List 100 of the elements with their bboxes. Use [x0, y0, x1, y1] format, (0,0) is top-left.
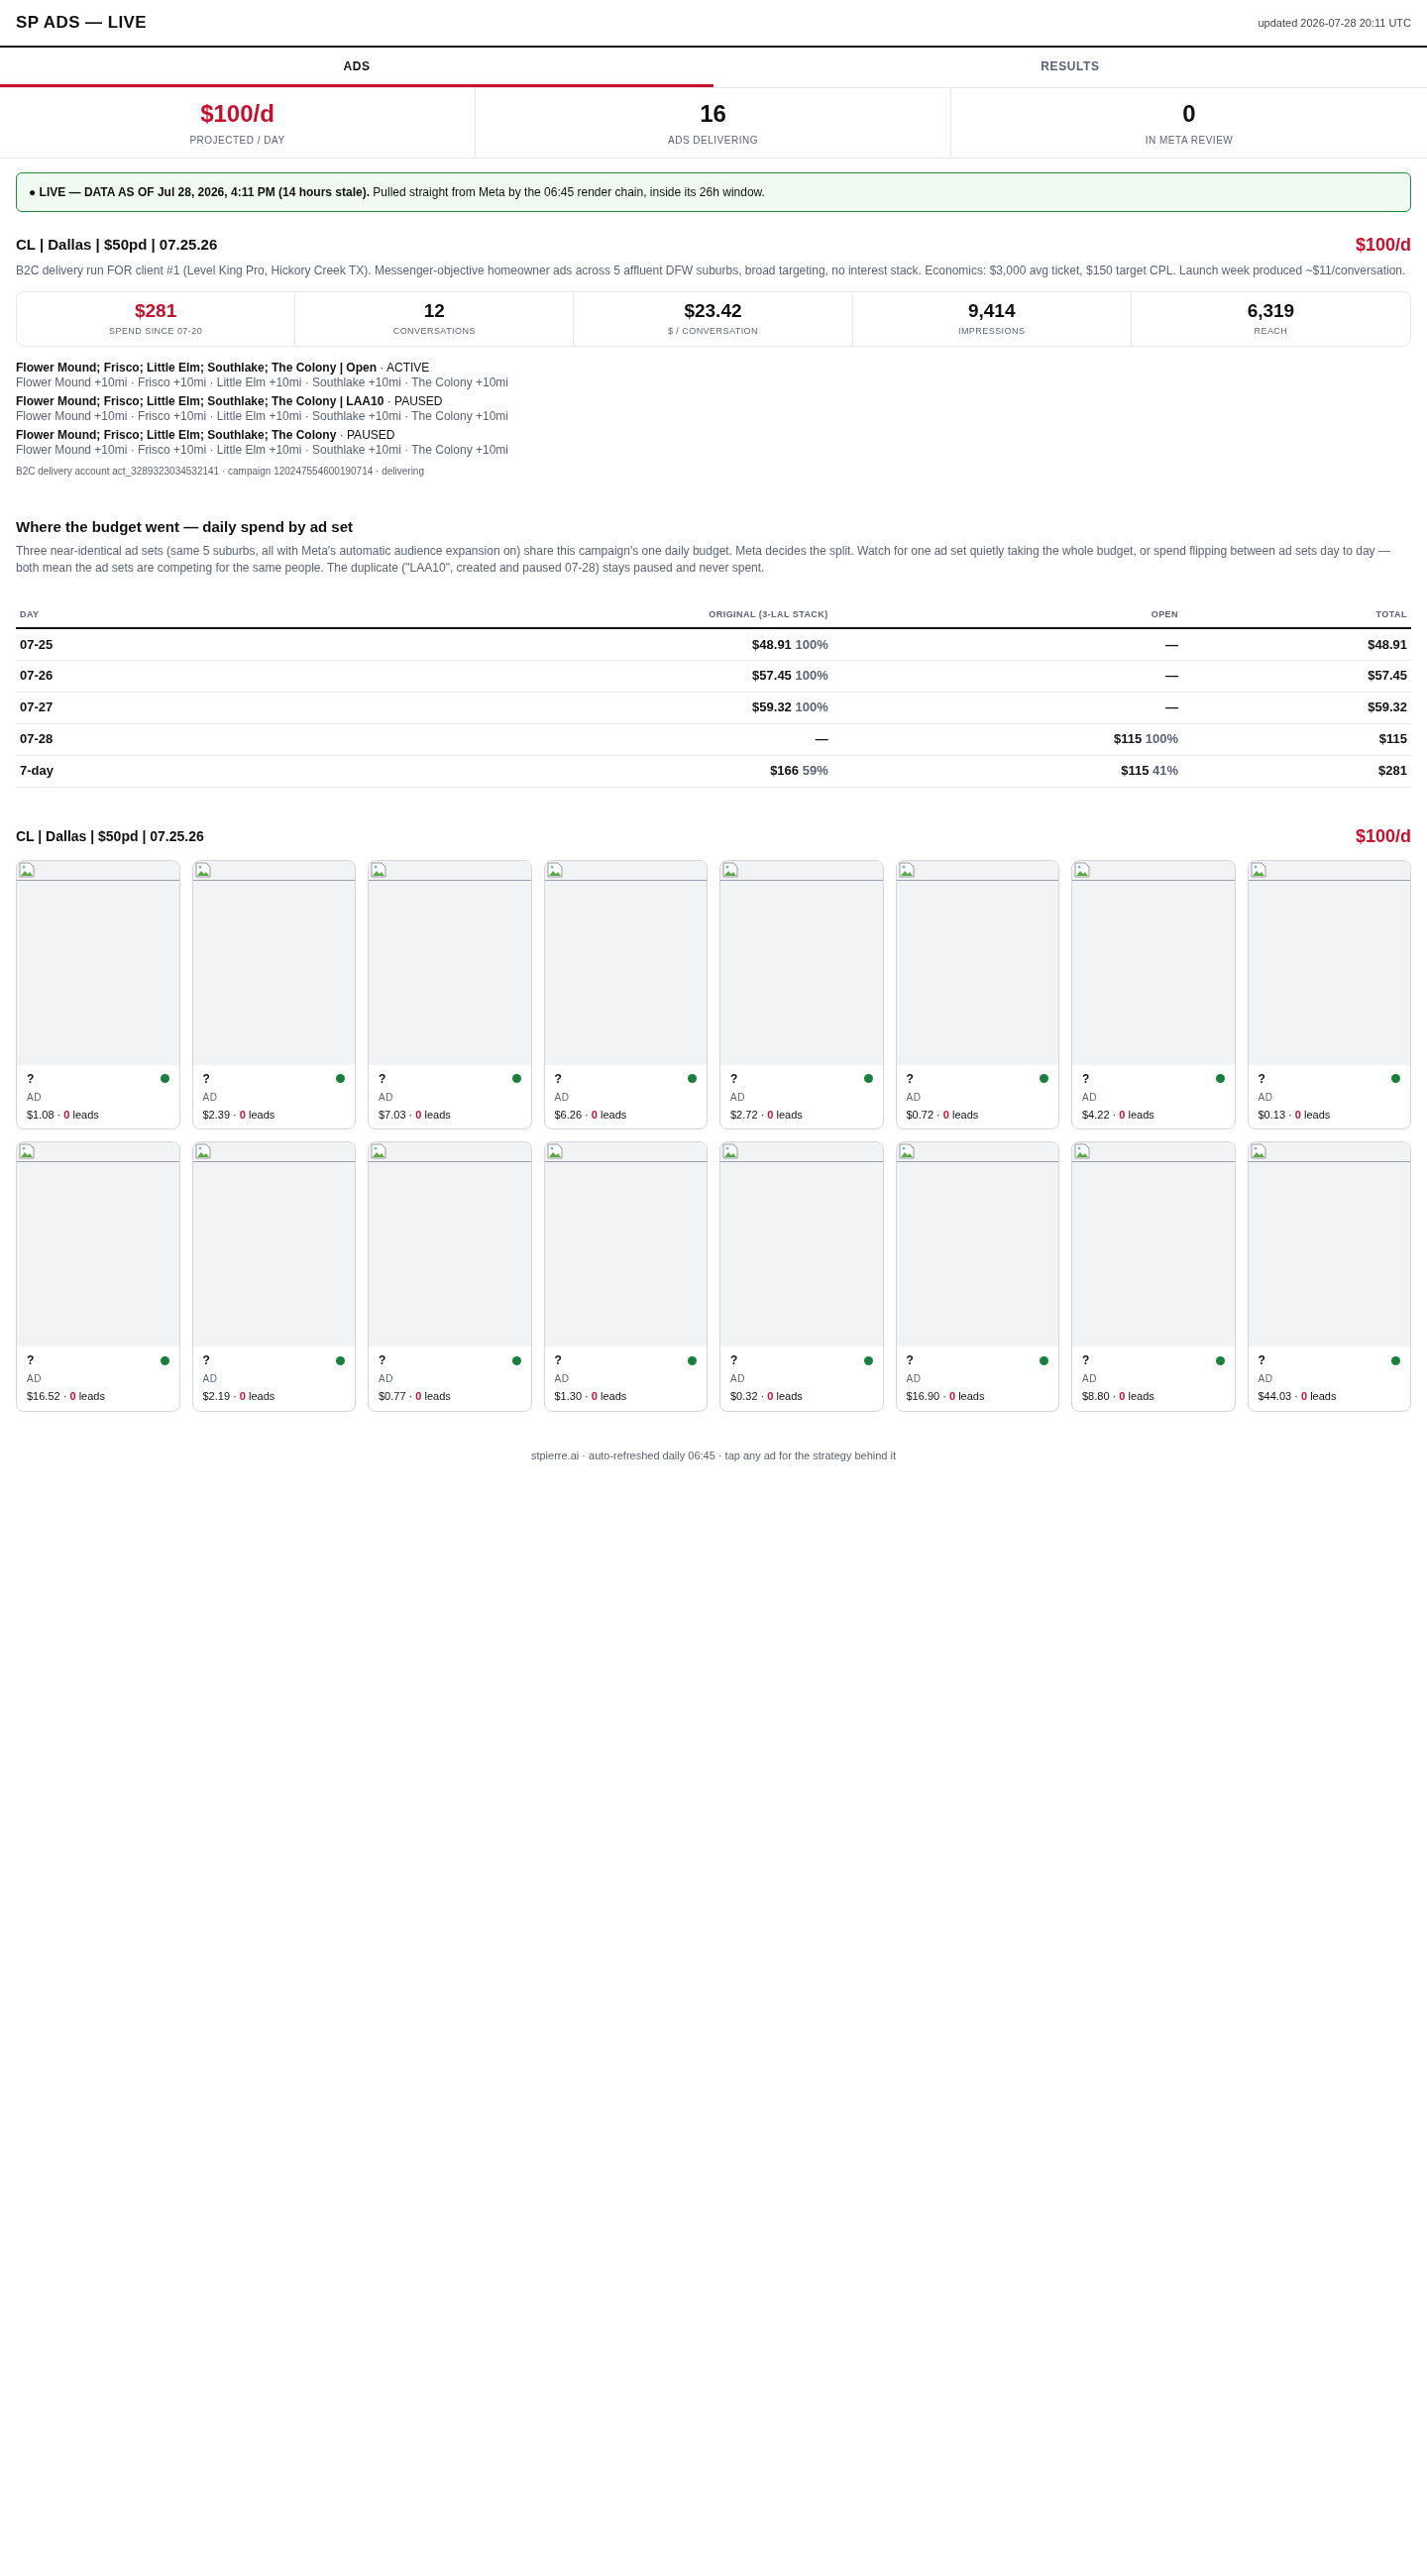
- table-cell: 07-26: [16, 660, 217, 692]
- ad-title: ?: [379, 1070, 386, 1088]
- ad-metrics: $0.32 · 0 leads: [730, 1389, 804, 1404]
- ad-title: ?: [1082, 1070, 1090, 1088]
- ad-title: ?: [554, 1352, 562, 1369]
- ad-metrics: $8.80 · 0 leads: [1082, 1389, 1155, 1404]
- broken-image-icon: [371, 1143, 386, 1159]
- ad-card[interactable]: ? AD $4.22 · 0 leads: [1071, 859, 1236, 1129]
- table-cell: $57.45 100%: [216, 660, 832, 692]
- ad-type: AD: [379, 1090, 394, 1105]
- column-header: OPEN: [831, 601, 1183, 628]
- ad-metrics: $6.26 · 0 leads: [554, 1107, 628, 1123]
- table-cell: $57.45: [1182, 660, 1411, 692]
- stat-label: PROJECTED / DAY: [189, 133, 285, 148]
- table-cell: $115 41%: [831, 755, 1183, 787]
- table-cell: $281: [1182, 755, 1411, 787]
- ad-title: ?: [906, 1352, 914, 1369]
- ad-metrics: $0.77 · 0 leads: [379, 1389, 452, 1404]
- stat-label: IN META REVIEW: [1145, 133, 1234, 148]
- table-cell: —: [831, 692, 1183, 723]
- broken-image-icon: [1250, 1143, 1266, 1159]
- stat-value: 0: [1182, 98, 1196, 129]
- table-cell: 07-28: [16, 723, 217, 755]
- ad-card[interactable]: ? AD $2.19 · 0 leads: [191, 1141, 356, 1412]
- broken-image-icon: [194, 1143, 211, 1159]
- broken-image-icon: [722, 1143, 738, 1159]
- table-cell: —: [216, 723, 832, 755]
- table-cell: —: [831, 660, 1183, 692]
- ad-card[interactable]: ? AD $0.72 · 0 leads: [895, 859, 1059, 1129]
- broken-image-icon: [194, 861, 211, 878]
- campaign-budget: $100/d: [1355, 824, 1411, 848]
- tab[interactable]: RESULTS: [714, 48, 1427, 87]
- ad-type: AD: [379, 1372, 394, 1386]
- ad-card[interactable]: ? AD $2.39 · 0 leads: [191, 859, 356, 1129]
- ad-title: ?: [27, 1352, 35, 1369]
- ad-type: AD: [202, 1372, 219, 1386]
- stat-label: REACH: [1254, 325, 1288, 339]
- ad-metrics: $16.52 · 0 leads: [27, 1389, 106, 1404]
- stat-value: 9,414: [967, 299, 1016, 324]
- ad-title: ?: [27, 1070, 35, 1088]
- tab[interactable]: ADS: [0, 48, 714, 87]
- broken-image-icon: [546, 1143, 563, 1159]
- ad-card[interactable]: ? AD $8.80 · 0 leads: [1071, 1141, 1236, 1412]
- campaign-title: CL | Dallas | $50pd | 07.25.26: [16, 826, 204, 846]
- ad-type: AD: [1082, 1372, 1098, 1386]
- ad-metrics: $44.03 · 0 leads: [1258, 1389, 1338, 1404]
- column-header: TOTAL: [1182, 601, 1411, 628]
- broken-image-icon: [19, 1143, 35, 1159]
- broken-image-icon: [371, 861, 386, 878]
- ad-title: ?: [202, 1070, 210, 1088]
- table-cell: $115 100%: [831, 723, 1183, 755]
- ad-type: AD: [554, 1090, 571, 1105]
- table-cell: $48.91: [1182, 628, 1411, 660]
- ad-card[interactable]: ? AD $44.03 · 0 leads: [1247, 1141, 1411, 1412]
- table-cell: $59.32 100%: [216, 692, 832, 723]
- broken-image-icon: [1074, 861, 1090, 878]
- stat-label: $ / CONVERSATION: [667, 325, 758, 339]
- ad-card[interactable]: ? AD $0.77 · 0 leads: [368, 1141, 532, 1412]
- campaign-budget: $100/d: [1355, 234, 1411, 257]
- stat-value: 12: [423, 299, 445, 324]
- ad-card[interactable]: ? AD $16.52 · 0 leads: [16, 1141, 180, 1412]
- ad-type: AD: [554, 1372, 571, 1386]
- ad-card[interactable]: ? AD $16.90 · 0 leads: [895, 1141, 1059, 1412]
- ad-title: ?: [202, 1352, 210, 1369]
- ad-title: ?: [1258, 1352, 1265, 1369]
- stat-value: $100/d: [200, 98, 274, 129]
- ad-card[interactable]: ? AD $0.13 · 0 leads: [1247, 859, 1411, 1129]
- broken-image-icon: [19, 861, 35, 878]
- ad-card[interactable]: ? AD $1.30 · 0 leads: [543, 1141, 708, 1412]
- table-cell: $166 59%: [216, 755, 832, 787]
- stat-value: $281: [134, 299, 177, 324]
- ad-type: AD: [27, 1372, 43, 1386]
- ad-type: AD: [27, 1090, 43, 1105]
- ad-card[interactable]: ? AD $7.03 · 0 leads: [368, 859, 532, 1129]
- ad-type: AD: [730, 1372, 746, 1386]
- ad-type: AD: [202, 1090, 219, 1105]
- stat-value: 16: [700, 98, 726, 129]
- table-cell: 07-25: [16, 628, 217, 660]
- campaign-title: CL | Dallas | $50pd | 07.25.26: [16, 235, 218, 256]
- ad-set-geo: Flower Mound +10mi · Frisco +10mi · Little Elm +10mi · Southlake +10mi · The Colony +10mi: [16, 443, 509, 458]
- ad-set-name: Flower Mound; Frisco; Little Elm; Southlake; The Colony | LAA10 · PAUSED: [16, 394, 444, 409]
- ad-card[interactable]: ? AD $0.32 · 0 leads: [719, 1141, 884, 1412]
- broken-image-icon: [1074, 1143, 1090, 1159]
- stat-value: $23.42: [684, 299, 742, 324]
- broken-image-icon: [1250, 861, 1266, 878]
- ad-set-name: Flower Mound; Frisco; Little Elm; Southlake; The Colony · PAUSED: [16, 428, 396, 443]
- ad-type: AD: [1258, 1090, 1274, 1105]
- ad-card[interactable]: ? AD $1.08 · 0 leads: [16, 859, 180, 1129]
- ad-title: ?: [730, 1070, 738, 1088]
- stat-label: IMPRESSIONS: [957, 325, 1026, 339]
- table-cell: $48.91 100%: [216, 628, 832, 660]
- broken-image-icon: [898, 861, 915, 878]
- ad-card[interactable]: ? AD $6.26 · 0 leads: [543, 859, 708, 1129]
- ad-metrics: $1.30 · 0 leads: [554, 1389, 628, 1404]
- campaign-description: B2C delivery run FOR client #1 (Level King Pro, Hickory Creek TX). Messenger-objective homeowner ads across 5 affluent DFW suburbs, broad targeting, no interest stack. Economics: $3,000 avg ticket, $150 target CPL. Launch week produced ~$11/conversation.: [16, 263, 1407, 279]
- stat-label: SPEND SINCE 07-20: [109, 325, 203, 339]
- ad-metrics: $2.72 · 0 leads: [730, 1107, 804, 1123]
- ad-card[interactable]: ? AD $2.72 · 0 leads: [719, 859, 884, 1129]
- ad-type: AD: [1258, 1372, 1274, 1386]
- footer-text: stpierre.ai · auto-refreshed daily 06:45 · tap any ad for the strategy behind it: [529, 1448, 898, 1463]
